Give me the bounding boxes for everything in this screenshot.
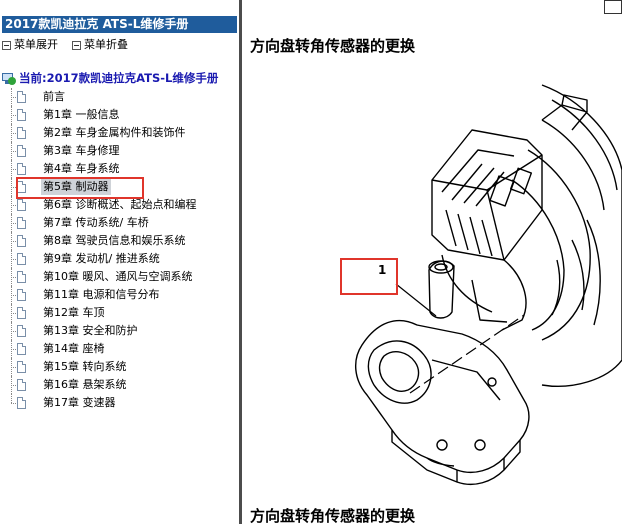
document-icon [17, 379, 26, 391]
collapse-menu-button[interactable]: 菜单折叠 [72, 38, 128, 52]
minus-box-icon [2, 40, 11, 50]
expand-menu-label: 菜单展开 [14, 38, 58, 51]
document-icon [17, 91, 26, 103]
window-control-button[interactable] [604, 0, 622, 14]
tree-item[interactable]: 第17章 变速器 [0, 394, 239, 412]
minus-box-icon [72, 40, 81, 50]
tree-item[interactable]: 第10章 暖风、通风与空调系统 [0, 268, 239, 286]
document-icon [17, 163, 26, 175]
expand-menu-button[interactable]: 菜单展开 [2, 38, 58, 52]
document-icon [17, 199, 26, 211]
tree-item[interactable]: 第4章 车身系统 [0, 160, 239, 178]
tree-item[interactable]: 第11章 电源和信号分布 [0, 286, 239, 304]
tree-item[interactable]: 第7章 传动系统/ 车桥 [0, 214, 239, 232]
collapse-menu-label: 菜单折叠 [84, 38, 128, 51]
callout-number: 1 [378, 263, 387, 277]
navigation-pane: 2017款凯迪拉克 ATS-L维修手册 菜单展开 菜单折叠 当前:2017款凯迪… [0, 0, 239, 524]
document-icon [17, 145, 26, 157]
chapter-tree: 前言第1章 一般信息第2章 车身金属构件和装饰件 第3章 车身修理 第4章 车身系统… [0, 88, 239, 412]
document-icon [17, 271, 26, 283]
sensor-illustration [355, 84, 622, 486]
document-icon [17, 217, 26, 229]
monitor-check-icon [2, 72, 16, 85]
tree-root-label: 当前:2017款凯迪拉克ATS-L维修手册 [19, 71, 219, 85]
tree-item[interactable]: 第2章 车身金属构件和装饰件 [0, 124, 239, 142]
document-icon [17, 235, 26, 247]
document-icon [17, 253, 26, 265]
tree-item-label: 第7章 传动系统/ 车桥 [43, 216, 149, 229]
document-icon [17, 325, 26, 337]
content-top-strip [242, 0, 622, 16]
tree-item-label: 第3章 车身修理 [43, 144, 120, 157]
tree-item[interactable]: 第15章 转向系统 [0, 358, 239, 376]
manual-title-bar: 2017款凯迪拉克 ATS-L维修手册 [2, 16, 237, 33]
tree-item-label: 第17章 变速器 [43, 396, 116, 409]
tree-item-label: 第13章 安全和防护 [43, 324, 138, 337]
document-icon [17, 109, 26, 121]
document-icon [17, 181, 26, 193]
content-pane: 方向盘转角传感器的更换 1 方向盘转角传感器的更换 [242, 0, 622, 524]
section-heading: 方向盘转角传感器的更换 [250, 507, 416, 524]
tree-item-label: 第9章 发动机/ 推进系统 [43, 252, 160, 265]
tree-item-label: 第14章 座椅 [43, 342, 105, 355]
tree-item[interactable]: 第5章 制动器 [0, 178, 239, 196]
clockspring-ring [541, 84, 622, 387]
document-icon [17, 361, 26, 373]
tree-item[interactable]: 第14章 座椅 [0, 340, 239, 358]
tree-item-label: 第15章 转向系统 [43, 360, 127, 373]
document-icon [17, 289, 26, 301]
tree-item[interactable]: 第1章 一般信息 [0, 106, 239, 124]
tree-item-label: 第16章 悬架系统 [43, 378, 127, 391]
tree-item[interactable]: 第8章 驾驶员信息和娱乐系统 [0, 232, 239, 250]
content-window-controls [602, 0, 622, 14]
connector-housing [431, 94, 588, 261]
document-icon [17, 397, 26, 409]
page-title: 方向盘转角传感器的更换 [250, 37, 416, 55]
tree-item-label: 第5章 制动器 [41, 179, 111, 195]
tree-item-label: 第11章 电源和信号分布 [43, 288, 160, 301]
tree-item[interactable]: 第9章 发动机/ 推进系统 [0, 250, 239, 268]
tree-item-label: 第4章 车身系统 [43, 162, 120, 175]
document-icon [17, 307, 26, 319]
tree-item-label: 第6章 诊断概述、起始点和编程 [43, 198, 197, 211]
tree-item[interactable]: 第16章 悬架系统 [0, 376, 239, 394]
document-icon [17, 343, 26, 355]
tree-item[interactable]: 第6章 诊断概述、起始点和编程 [0, 196, 239, 214]
tree-item-label: 前言 [43, 90, 65, 103]
steering-angle-sensor [355, 260, 530, 486]
tree-item-label: 第12章 车顶 [43, 306, 105, 319]
tree-connector [11, 394, 12, 403]
tree-item[interactable]: 第3章 车身修理 [0, 142, 239, 160]
document-icon [17, 127, 26, 139]
tree-item-label: 第1章 一般信息 [43, 108, 120, 121]
menu-controls: 菜单展开 菜单折叠 [2, 38, 128, 52]
tree-item[interactable]: 前言 [0, 88, 239, 106]
tree-item[interactable]: 第12章 车顶 [0, 304, 239, 322]
tree-item-label: 第10章 暖风、通风与空调系统 [43, 270, 193, 283]
tree-item[interactable]: 第13章 安全和防护 [0, 322, 239, 340]
tree-item-label: 第8章 驾驶员信息和娱乐系统 [43, 234, 186, 247]
tree-item-label: 第2章 车身金属构件和装饰件 [43, 126, 186, 139]
tree-root[interactable]: 当前:2017款凯迪拉克ATS-L维修手册 [2, 70, 218, 86]
